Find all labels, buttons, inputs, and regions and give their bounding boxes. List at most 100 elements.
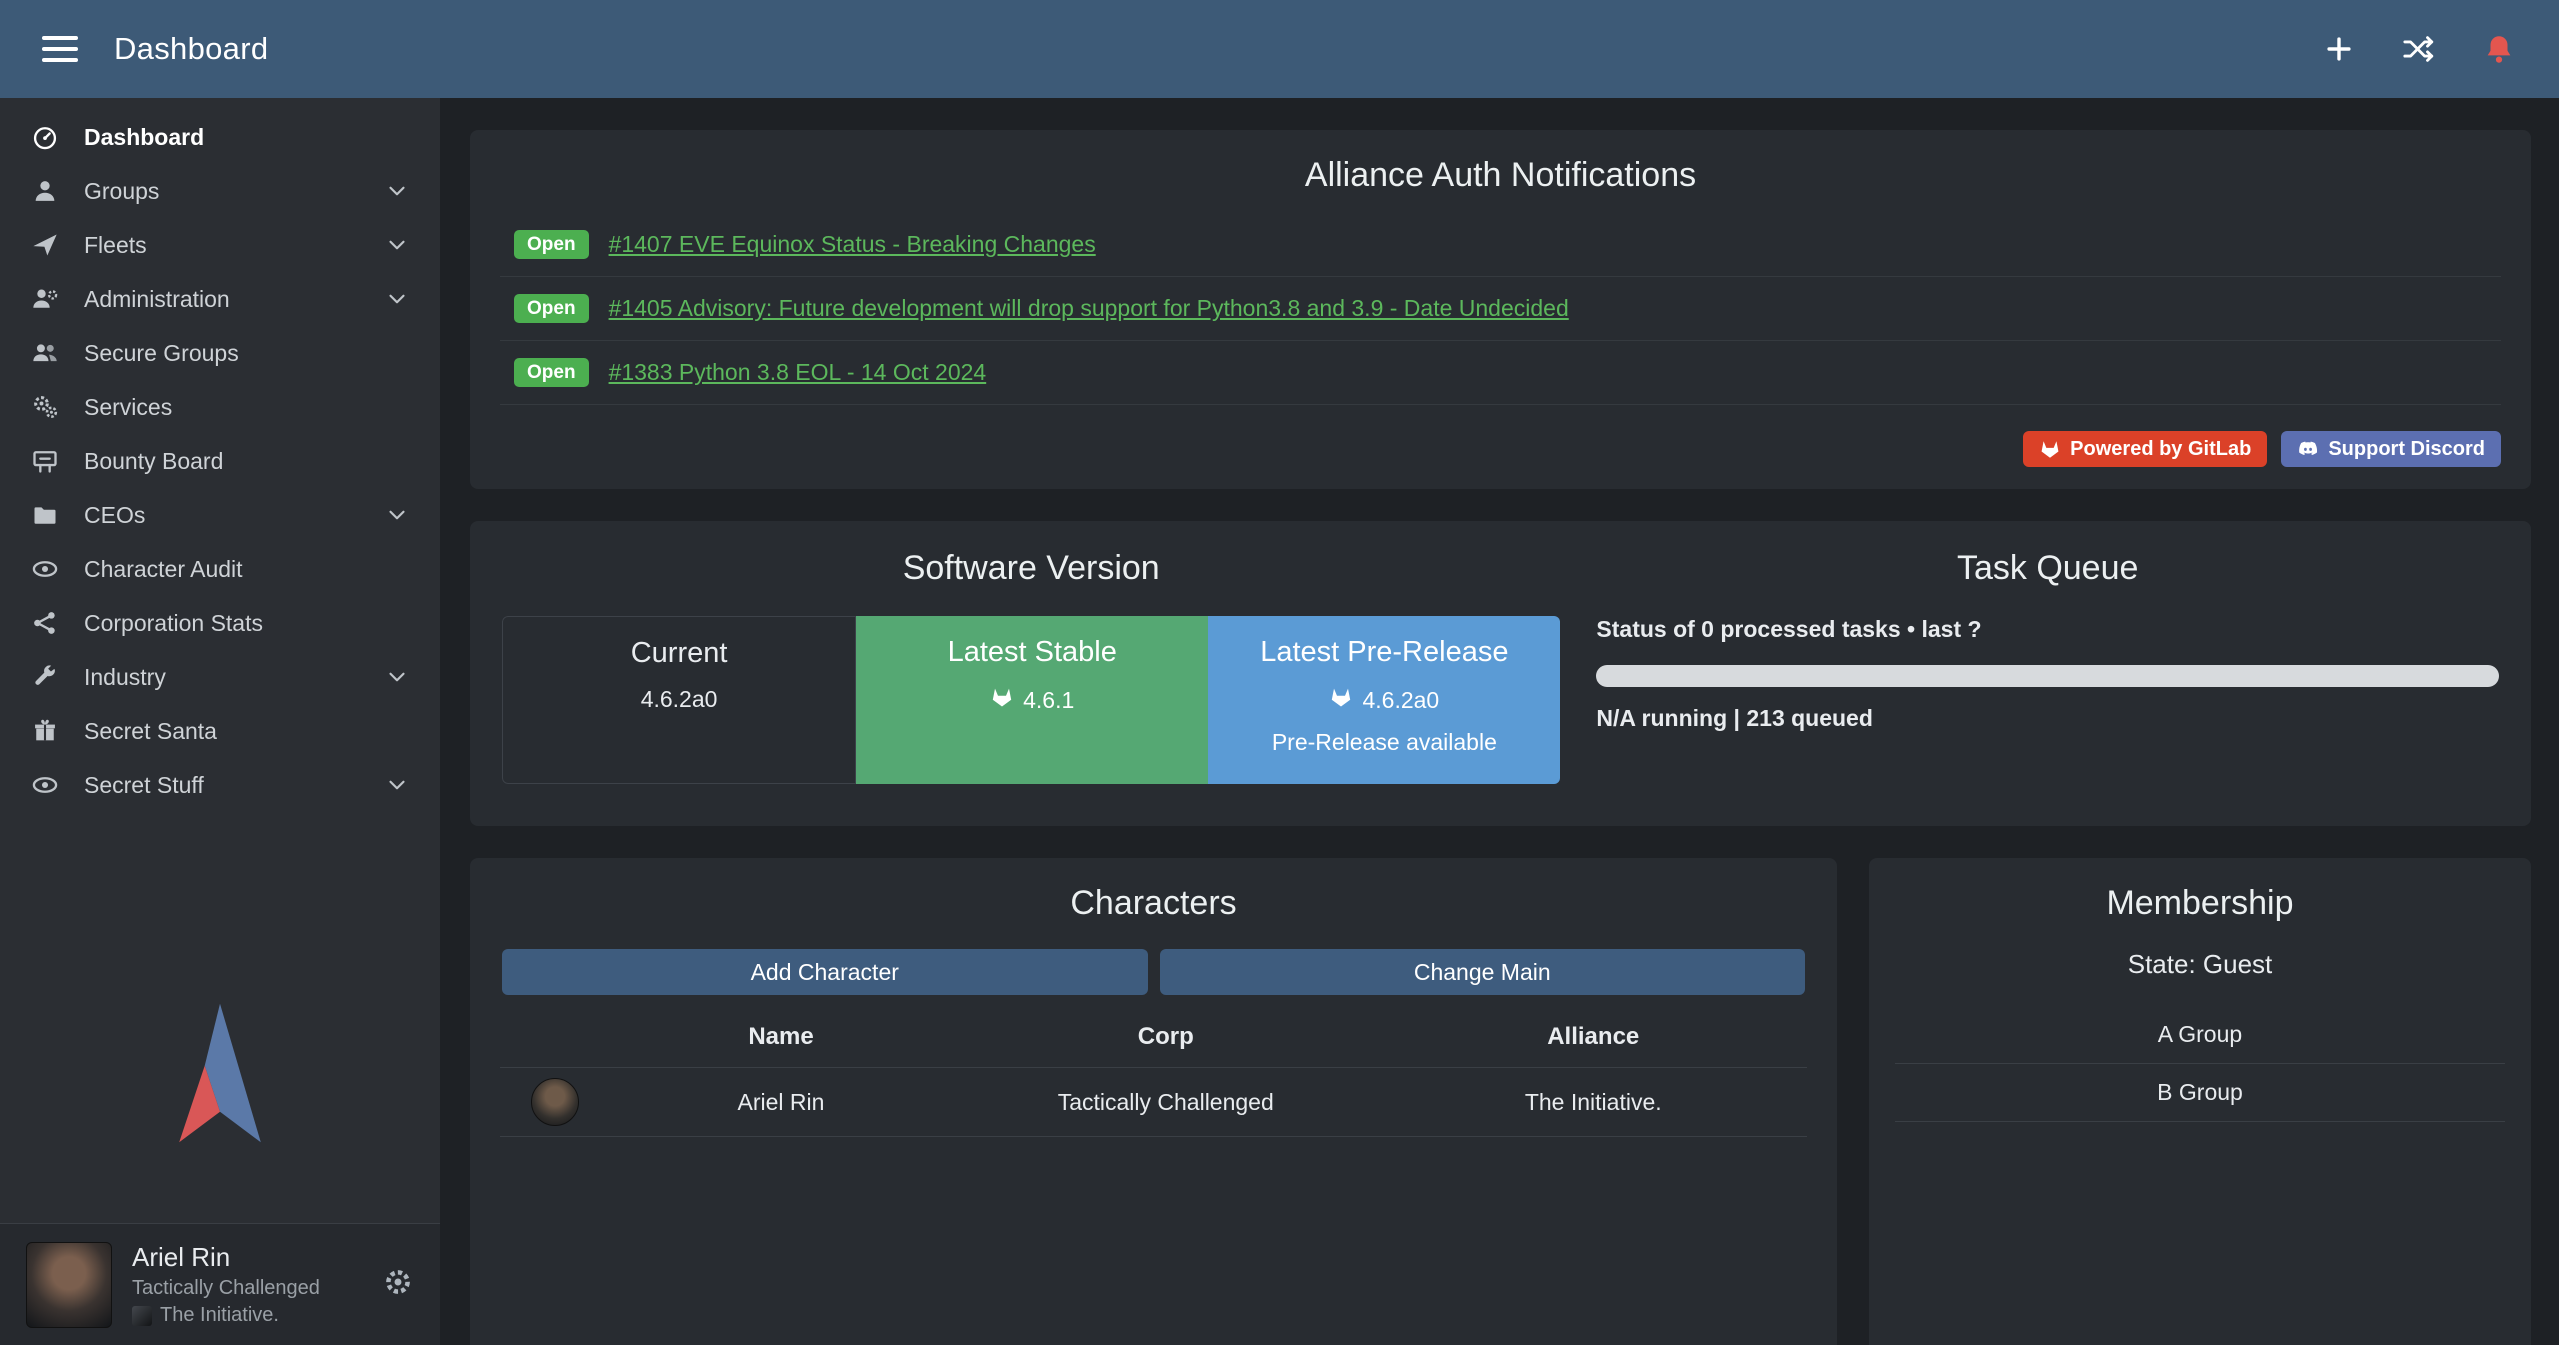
eye-icon <box>30 770 60 800</box>
task-queue-status: Status of 0 processed tasks • last ? <box>1596 616 2499 643</box>
character-name: Ariel Rin <box>610 1089 952 1116</box>
sidebar-item-label: Secret Santa <box>84 718 217 745</box>
top-navbar: Dashboard <box>0 0 2559 98</box>
version-prerelease-cell: Latest Pre-Release 4.6.2a0 Pre-Release a… <box>1208 616 1560 784</box>
characters-title: Characters <box>500 884 1807 923</box>
notification-row: Open #1407 EVE Equinox Status - Breaking… <box>500 213 2501 277</box>
billboard-icon <box>30 446 60 476</box>
task-queue-title: Task Queue <box>1596 549 2499 588</box>
characters-table-header: Name Corp Alliance <box>500 1023 1807 1068</box>
membership-panel: Membership State: Guest A Group B Group <box>1869 858 2531 1345</box>
task-progress-bar <box>1596 665 2499 687</box>
sidebar-item-label: Bounty Board <box>84 448 223 475</box>
gear-icon[interactable] <box>382 1266 414 1303</box>
change-main-button[interactable]: Change Main <box>1160 949 1806 995</box>
powered-by-gitlab-badge[interactable]: Powered by GitLab <box>2023 431 2267 467</box>
sidebar-item-label: Dashboard <box>84 124 204 151</box>
sidebar-item-dashboard[interactable]: Dashboard <box>0 110 440 164</box>
gitlab-icon <box>1329 685 1353 715</box>
sidebar-item-label: Secure Groups <box>84 340 239 367</box>
shuffle-icon[interactable] <box>2401 31 2437 67</box>
group-list-item: A Group <box>1895 1006 2505 1064</box>
user-name: Ariel Rin <box>132 1242 320 1273</box>
sidebar-item-ceos[interactable]: CEOs <box>0 488 440 542</box>
chevron-down-icon <box>384 772 410 798</box>
sidebar-item-label: Character Audit <box>84 556 243 583</box>
notification-link[interactable]: #1383 Python 3.8 EOL - 14 Oct 2024 <box>609 359 987 386</box>
software-version-section: Software Version Current 4.6.2a0 Latest … <box>502 549 1560 784</box>
gauge-icon <box>30 122 60 152</box>
notification-row: Open #1405 Advisory: Future development … <box>500 277 2501 341</box>
user-corp: Tactically Challenged <box>132 1277 320 1300</box>
group-list-item: B Group <box>1895 1064 2505 1122</box>
navbar-actions <box>2321 31 2517 67</box>
chevron-down-icon <box>384 664 410 690</box>
bell-icon[interactable] <box>2481 31 2517 67</box>
sidebar-item-secret-stuff[interactable]: Secret Stuff <box>0 758 440 812</box>
users-icon <box>30 338 60 368</box>
sidebar-user-panel: Ariel Rin Tactically Challenged The Init… <box>0 1223 440 1345</box>
eye-icon <box>30 554 60 584</box>
characters-table: Name Corp Alliance Ariel Rin Tactically … <box>500 1023 1807 1137</box>
folder-icon <box>30 500 60 530</box>
membership-title: Membership <box>1895 884 2505 923</box>
sidebar-item-groups[interactable]: Groups <box>0 164 440 218</box>
sidebar-item-label: Secret Stuff <box>84 772 204 799</box>
sidebar-item-label: Administration <box>84 286 230 313</box>
chevron-down-icon <box>384 178 410 204</box>
gitlab-icon <box>2039 438 2061 460</box>
sidebar-item-fleets[interactable]: Fleets <box>0 218 440 272</box>
status-badge: Open <box>514 294 589 323</box>
notifications-list: Open #1407 EVE Equinox Status - Breaking… <box>500 213 2501 405</box>
add-icon[interactable] <box>2321 31 2357 67</box>
character-corp: Tactically Challenged <box>952 1089 1380 1116</box>
sidebar-item-character-audit[interactable]: Character Audit <box>0 542 440 596</box>
task-queue-section: Task Queue Status of 0 processed tasks •… <box>1560 549 2499 784</box>
sidebar-item-label: Groups <box>84 178 159 205</box>
alliance-logo-icon <box>132 1306 152 1326</box>
gitlab-icon <box>990 685 1014 715</box>
chevron-down-icon <box>384 502 410 528</box>
character-alliance: The Initiative. <box>1380 1089 1808 1116</box>
character-row: Ariel Rin Tactically Challenged The Init… <box>500 1068 1807 1137</box>
version-strip: Current 4.6.2a0 Latest Stable 4.6.1 Late… <box>502 616 1560 784</box>
share-nodes-icon <box>30 608 60 638</box>
support-discord-badge[interactable]: Support Discord <box>2281 431 2501 467</box>
sidebar-item-industry[interactable]: Industry <box>0 650 440 704</box>
character-portrait <box>531 1078 579 1126</box>
user-icon <box>30 176 60 206</box>
sidebar-nav: Dashboard Groups Fleets <box>0 98 440 812</box>
sidebar: Dashboard Groups Fleets <box>0 98 440 1345</box>
notification-link[interactable]: #1407 EVE Equinox Status - Breaking Chan… <box>609 231 1096 258</box>
status-badge: Open <box>514 230 589 259</box>
sidebar-item-label: Fleets <box>84 232 147 259</box>
sidebar-item-corporation-stats[interactable]: Corporation Stats <box>0 596 440 650</box>
sidebar-item-administration[interactable]: Administration <box>0 272 440 326</box>
sidebar-item-secure-groups[interactable]: Secure Groups <box>0 326 440 380</box>
version-stable-cell: Latest Stable 4.6.1 <box>856 616 1208 784</box>
menu-icon[interactable] <box>42 36 78 62</box>
notification-row: Open #1383 Python 3.8 EOL - 14 Oct 2024 <box>500 341 2501 405</box>
membership-group-list: A Group B Group <box>1895 1006 2505 1122</box>
alliance-auth-logo <box>135 986 305 1171</box>
notifications-panel: Alliance Auth Notifications Open #1407 E… <box>470 130 2531 489</box>
page-title: Dashboard <box>114 31 268 67</box>
sidebar-item-bounty-board[interactable]: Bounty Board <box>0 434 440 488</box>
gears-icon <box>30 392 60 422</box>
fleet-icon <box>30 230 60 260</box>
add-character-button[interactable]: Add Character <box>502 949 1148 995</box>
sidebar-item-services[interactable]: Services <box>0 380 440 434</box>
sidebar-item-label: Services <box>84 394 172 421</box>
software-version-title: Software Version <box>502 549 1560 588</box>
app-root: Dashboard <box>0 0 2559 1345</box>
chevron-down-icon <box>384 286 410 312</box>
notification-link[interactable]: #1405 Advisory: Future development will … <box>609 295 1569 322</box>
user-alliance: The Initiative. <box>160 1304 279 1327</box>
notifications-title: Alliance Auth Notifications <box>500 156 2501 195</box>
gift-icon <box>30 716 60 746</box>
sidebar-item-secret-santa[interactable]: Secret Santa <box>0 704 440 758</box>
membership-state: State: Guest <box>1895 949 2505 980</box>
wrench-icon <box>30 662 60 692</box>
discord-icon <box>2297 438 2319 460</box>
main-content: Alliance Auth Notifications Open #1407 E… <box>440 98 2559 1345</box>
